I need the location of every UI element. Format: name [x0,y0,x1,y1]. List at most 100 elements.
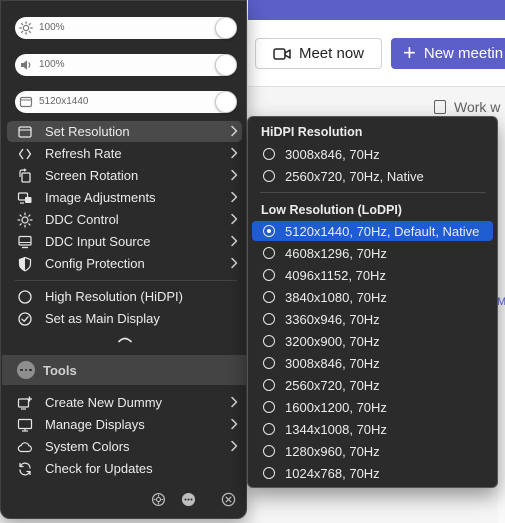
volume-icon [21,60,31,70]
menu-item-refresh-rate[interactable]: Refresh Rate [7,143,242,164]
work-tab[interactable]: Work w [434,99,500,115]
meet-now-button[interactable]: Meet now [255,38,382,69]
resolution-option[interactable]: 4608x1296, 70Hz [252,243,493,263]
resolution-option[interactable]: 3360x946, 70Hz [252,309,493,329]
shield-icon [17,256,33,272]
volume-slider[interactable]: 100% [15,54,237,76]
chevron-right-icon [231,396,238,408]
collapse-chevron-icon[interactable] [117,335,133,343]
brightness-slider[interactable]: 100% [15,17,237,39]
refresh-icon [17,461,33,477]
volume-slider-knob[interactable] [215,54,237,76]
radio-icon [263,467,275,479]
radio-icon [263,379,275,391]
work-tab-label: Work w [454,99,501,115]
brightness-slider-knob[interactable] [215,17,237,39]
resolution-option[interactable]: 3008x846, 70Hz [252,144,493,164]
chevron-right-icon [231,125,238,137]
image-adjust-icon [17,190,33,206]
radio-icon [263,335,275,347]
menu-item-image-adjustments[interactable]: Image Adjustments [7,187,242,208]
monitor-icon [17,417,33,433]
option-high-resolution-hidpi[interactable]: High Resolution (HiDPI) [7,286,242,307]
resolution-option-label: 3008x846, 70Hz [285,355,380,371]
radio-icon [263,247,275,259]
new-meeting-label: New meetin [423,45,504,62]
menu-item-ddc-input-source[interactable]: DDC Input Source [7,231,242,252]
resolution-option-label: 2560x720, 70Hz [285,377,380,393]
chevron-right-icon [231,440,238,452]
resolution-option[interactable]: 3008x846, 70Hz [252,353,493,373]
option-label: Set as Main Display [45,311,160,326]
resolution-option[interactable]: 4096x1152, 70Hz [252,265,493,285]
document-icon [434,100,446,114]
sun-icon [17,211,33,228]
menu-item-label: Refresh Rate [45,146,122,161]
video-camera-icon [273,47,291,60]
option-set-as-main-display[interactable]: Set as Main Display [7,308,242,329]
radio-icon [263,313,275,325]
radio-icon [263,445,275,457]
resolution-value: 5120x1440 [39,96,89,107]
resolution-option[interactable]: 1344x1008, 70Hz [252,419,493,439]
radio-icon [263,423,275,435]
resolution-submenu: HiDPI Resolution 3008x846, 70Hz 2560x720… [247,116,498,488]
menu-item-label: Config Protection [45,256,145,271]
menu-item-screen-rotation[interactable]: Screen Rotation [7,165,242,186]
display-menu: 100% 100% 5120x1440 Set Resolution Refre… [0,0,247,519]
resolution-option-label: 3200x900, 70Hz [285,333,380,349]
tools-title: Tools [43,362,77,378]
gear-icon[interactable] [151,492,166,507]
lodpi-header: Low Resolution (LoDPI) [261,203,402,217]
tool-system-colors[interactable]: System Colors [7,436,242,457]
tool-label: System Colors [45,439,130,454]
option-label: High Resolution (HiDPI) [45,289,183,304]
more-icon[interactable] [181,492,196,507]
radio-icon [263,148,275,160]
resolution-option-label: 4608x1296, 70Hz [285,245,387,261]
menu-item-config-protection[interactable]: Config Protection [7,253,242,274]
menu-item-ddc-control[interactable]: DDC Control [7,209,242,230]
menu-item-label: DDC Control [45,212,119,227]
resolution-option-label: 1280x960, 70Hz [285,443,380,459]
resolution-option[interactable]: 1280x960, 70Hz [252,441,493,461]
chevron-right-icon [231,235,238,247]
resolution-option[interactable]: 3200x900, 70Hz [252,331,493,351]
cloud-icon [17,439,33,455]
new-meeting-button[interactable]: + New meetin [391,38,505,69]
meet-now-label: Meet now [298,45,365,62]
resolution-option[interactable]: 1024x768, 70Hz [252,463,493,483]
radio-selected-icon [263,225,275,237]
resolution-option-label: 1600x1200, 70Hz [285,399,387,415]
radio-icon [263,357,275,369]
menu-item-set-resolution[interactable]: Set Resolution [7,121,242,142]
menu-item-label: Set Resolution [45,124,130,139]
radio-icon [263,269,275,281]
plus-icon: + [403,39,416,65]
resolution-option-label: 3840x1080, 70Hz [285,289,387,305]
resolution-option[interactable]: 2560x720, 70Hz [252,375,493,395]
menu-item-label: Image Adjustments [45,190,156,205]
tool-create-new-dummy[interactable]: Create New Dummy [7,392,242,413]
resolution-option[interactable]: 2560x720, 70Hz, Native [252,166,493,186]
resolution-slider-knob[interactable] [215,91,237,113]
background-column [498,120,505,523]
tool-manage-displays[interactable]: Manage Displays [7,414,242,435]
resolution-option-label: 2560x720, 70Hz, Native [285,168,424,184]
hidpi-header: HiDPI Resolution [261,125,363,139]
resolution-slider[interactable]: 5120x1440 [15,91,237,113]
resolution-option[interactable]: 3840x1080, 70Hz [252,287,493,307]
tool-check-for-updates[interactable]: Check for Updates [7,458,242,479]
radio-icon [263,401,275,413]
rotation-icon [17,167,33,184]
resolution-option-selected[interactable]: 5120x1440, 70Hz, Default, Native [252,221,493,241]
chevron-right-icon [231,257,238,269]
resolution-option-label: 1024x768, 70Hz [285,465,380,481]
volume-value: 100% [39,59,65,70]
input-source-icon [17,234,33,250]
close-icon[interactable] [221,492,236,507]
brightness-value: 100% [39,22,65,33]
menu-item-label: Screen Rotation [45,168,139,183]
resolution-option-label: 3360x946, 70Hz [285,311,380,327]
resolution-option[interactable]: 1600x1200, 70Hz [252,397,493,417]
